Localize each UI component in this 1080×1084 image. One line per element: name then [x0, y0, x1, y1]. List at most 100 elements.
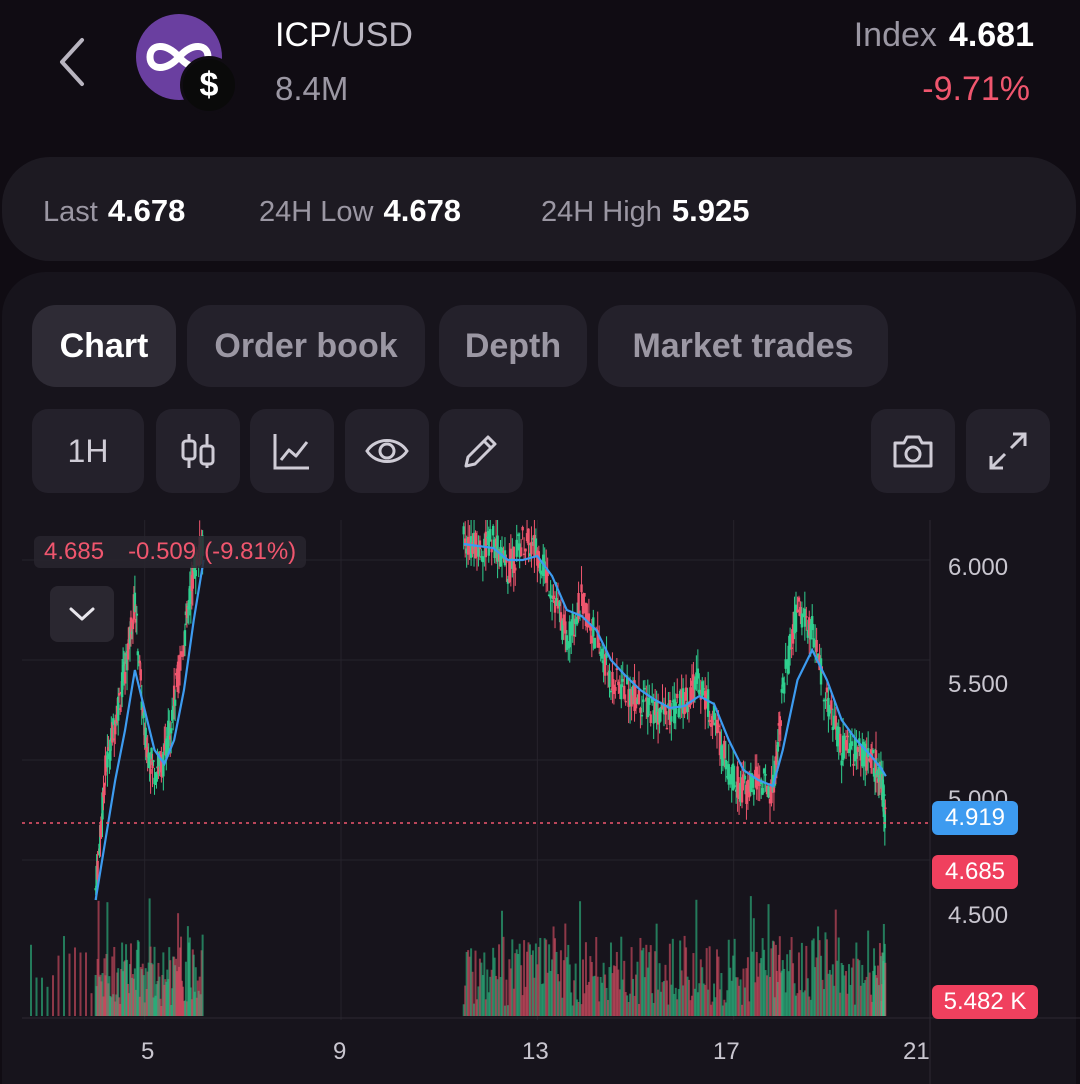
x-tick: 17 — [713, 1038, 740, 1065]
candle-body — [583, 592, 586, 597]
volume-bar — [74, 947, 76, 1016]
candle-body — [609, 690, 613, 693]
candle-body — [706, 689, 710, 717]
interval-button[interactable]: 1H — [32, 409, 144, 493]
volume-bar — [68, 953, 71, 1016]
index-label: Index — [853, 16, 937, 54]
candle-body — [840, 760, 843, 766]
candle-body — [639, 707, 642, 713]
price-chart[interactable] — [22, 520, 1080, 1084]
stat-high-value: 5.925 — [671, 193, 750, 228]
stat-last-label: Last — [43, 196, 98, 228]
fullscreen-button[interactable] — [966, 409, 1050, 493]
candle-body — [758, 784, 761, 786]
candle-body — [648, 697, 651, 705]
candle-body — [194, 570, 197, 577]
y-tick: 5.500 — [948, 671, 1009, 698]
candle-body — [624, 700, 627, 703]
screenshot-button[interactable] — [871, 409, 955, 493]
candle-body — [764, 774, 767, 776]
last-price-tag: 4.685 — [932, 855, 1018, 889]
index-value: 4.681 — [948, 16, 1034, 54]
candle-body — [883, 794, 886, 796]
candle-body — [684, 687, 688, 701]
back-button[interactable] — [52, 32, 96, 92]
tab-order-book[interactable]: Order book — [187, 305, 425, 387]
stat-last-value: 4.678 — [107, 193, 186, 228]
tab-depth[interactable]: Depth — [439, 305, 587, 387]
collapse-legend-button[interactable] — [50, 586, 114, 642]
candle-body — [152, 760, 155, 762]
stats-card: Last 4.678 24H Low 4.678 24H High 5.925 — [2, 157, 1076, 261]
stat-high: 24H High 5.925 — [541, 193, 749, 229]
candle-body — [733, 785, 736, 787]
tab-market-trades[interactable]: Market trades — [598, 305, 888, 387]
stat-high-label: 24H High — [541, 196, 662, 228]
candle-body — [743, 775, 747, 780]
tab-chart[interactable]: Chart — [32, 305, 176, 387]
candle-body — [856, 746, 860, 752]
candle-body — [815, 639, 818, 652]
candle-body — [637, 689, 641, 704]
candle-body — [788, 634, 792, 650]
candle-body — [481, 556, 485, 563]
candle-body — [783, 682, 786, 694]
candle-body — [825, 687, 829, 693]
x-tick: 21 — [903, 1038, 930, 1065]
candle-body — [564, 621, 567, 634]
candle-body — [620, 684, 623, 700]
pair-title: ICP/USD — [275, 16, 413, 55]
candle-body — [696, 668, 700, 679]
candle-body — [640, 714, 644, 717]
camera-icon — [893, 435, 933, 468]
candle-body — [779, 720, 782, 726]
candle-body — [776, 742, 780, 752]
candle-body — [796, 609, 799, 613]
visibility-button[interactable] — [345, 409, 429, 493]
candle-body — [135, 613, 139, 616]
candlestick-button[interactable] — [156, 409, 240, 493]
candle-body — [794, 604, 798, 632]
candle-body — [790, 647, 793, 649]
chevron-left-icon — [60, 38, 84, 86]
candle-body — [642, 699, 645, 703]
expand-icon — [989, 432, 1027, 470]
candle-body — [670, 716, 673, 722]
candle-body — [580, 584, 583, 593]
candle-body — [643, 687, 647, 690]
candle-body — [514, 567, 517, 571]
candle-body — [736, 766, 739, 798]
candle-body — [761, 788, 764, 795]
stat-low: 24H Low 4.678 — [259, 193, 461, 229]
ohlc-price: 4.685 — [44, 538, 105, 565]
y-tick: 6.000 — [948, 554, 1009, 581]
candle-body — [587, 613, 591, 622]
candle-body — [491, 525, 495, 536]
candle-body — [617, 681, 620, 686]
candle-body — [803, 608, 807, 627]
candle-body — [581, 593, 585, 614]
candle-body — [558, 601, 561, 607]
candle-body — [530, 541, 533, 555]
indicators-button[interactable] — [250, 409, 334, 493]
ohlc-change-pct: (-9.81%) — [204, 538, 297, 565]
candle-body — [717, 725, 720, 728]
candle-body — [478, 540, 482, 550]
candle-body — [812, 638, 815, 648]
candle-body — [830, 700, 833, 710]
candle-body — [665, 727, 669, 730]
candle-body — [539, 563, 542, 574]
candle-body — [724, 759, 728, 770]
candle-body — [698, 689, 701, 695]
volume-tag: 5.482 K — [932, 985, 1038, 1019]
ma-line — [94, 542, 887, 901]
candle-body — [515, 539, 518, 557]
pair-quote: /USD — [331, 16, 413, 54]
volume-text: 8.4M — [275, 70, 349, 107]
candle-body — [571, 612, 574, 636]
candle-body — [550, 600, 554, 602]
candle-body — [805, 616, 808, 618]
stat-last: Last 4.678 — [43, 193, 185, 229]
draw-button[interactable] — [439, 409, 523, 493]
candle-body — [844, 740, 848, 751]
